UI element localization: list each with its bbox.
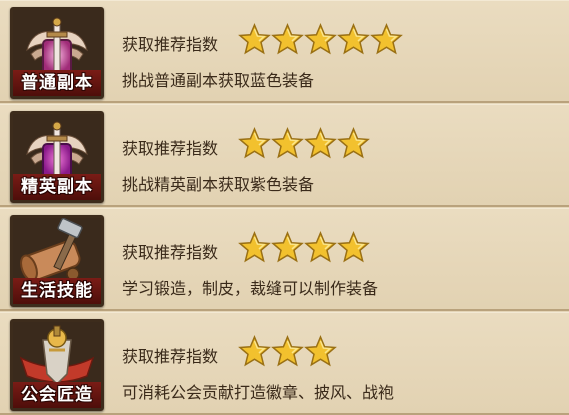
rating-stars bbox=[238, 23, 403, 57]
rating-stars bbox=[238, 335, 337, 369]
item-icon-button[interactable]: 生活技能 bbox=[10, 215, 104, 307]
list-item[interactable]: 普通副本 获取推荐指数 挑战普通副本获取蓝色装备 bbox=[0, 0, 569, 103]
star-icon bbox=[238, 335, 271, 367]
item-description: 挑战精英副本获取紫色装备 bbox=[122, 175, 315, 194]
source-list: 普通副本 获取推荐指数 挑战普通副本获取蓝色装备 精英副本 获取推荐指数 挑战精… bbox=[0, 0, 569, 415]
item-description: 挑战普通副本获取蓝色装备 bbox=[122, 71, 315, 90]
star-icon bbox=[304, 231, 337, 263]
star-icon bbox=[337, 23, 370, 55]
item-icon-button[interactable]: 公会匠造 bbox=[10, 319, 104, 411]
recommend-label: 获取推荐指数 bbox=[122, 35, 219, 54]
rating-stars bbox=[238, 127, 370, 161]
item-description: 可消耗公会贡献打造徽章、披风、战袍 bbox=[122, 383, 395, 402]
star-icon bbox=[271, 127, 304, 159]
item-icon-button[interactable]: 普通副本 bbox=[10, 7, 104, 99]
star-icon bbox=[238, 127, 271, 159]
item-name-label: 精英副本 bbox=[13, 174, 101, 200]
recommend-label: 获取推荐指数 bbox=[122, 347, 219, 366]
star-icon bbox=[238, 23, 271, 55]
star-icon bbox=[304, 335, 337, 367]
item-description: 学习锻造，制皮，裁缝可以制作装备 bbox=[122, 279, 379, 298]
recommend-label: 获取推荐指数 bbox=[122, 243, 219, 262]
list-item[interactable]: 公会匠造 获取推荐指数 可消耗公会贡献打造徽章、披风、战袍 bbox=[0, 312, 569, 415]
star-icon bbox=[271, 335, 304, 367]
item-icon-button[interactable]: 精英副本 bbox=[10, 111, 104, 203]
rating-stars bbox=[238, 231, 370, 265]
star-icon bbox=[337, 231, 370, 263]
star-icon bbox=[238, 231, 271, 263]
star-icon bbox=[370, 23, 403, 55]
star-icon bbox=[304, 127, 337, 159]
star-icon bbox=[337, 127, 370, 159]
recommend-label: 获取推荐指数 bbox=[122, 139, 219, 158]
star-icon bbox=[271, 231, 304, 263]
item-name-label: 普通副本 bbox=[13, 70, 101, 96]
list-item[interactable]: 精英副本 获取推荐指数 挑战精英副本获取紫色装备 bbox=[0, 104, 569, 207]
item-name-label: 公会匠造 bbox=[13, 382, 101, 408]
item-name-label: 生活技能 bbox=[13, 278, 101, 304]
list-item[interactable]: 生活技能 获取推荐指数 学习锻造，制皮，裁缝可以制作装备 bbox=[0, 208, 569, 311]
star-icon bbox=[304, 23, 337, 55]
star-icon bbox=[271, 23, 304, 55]
